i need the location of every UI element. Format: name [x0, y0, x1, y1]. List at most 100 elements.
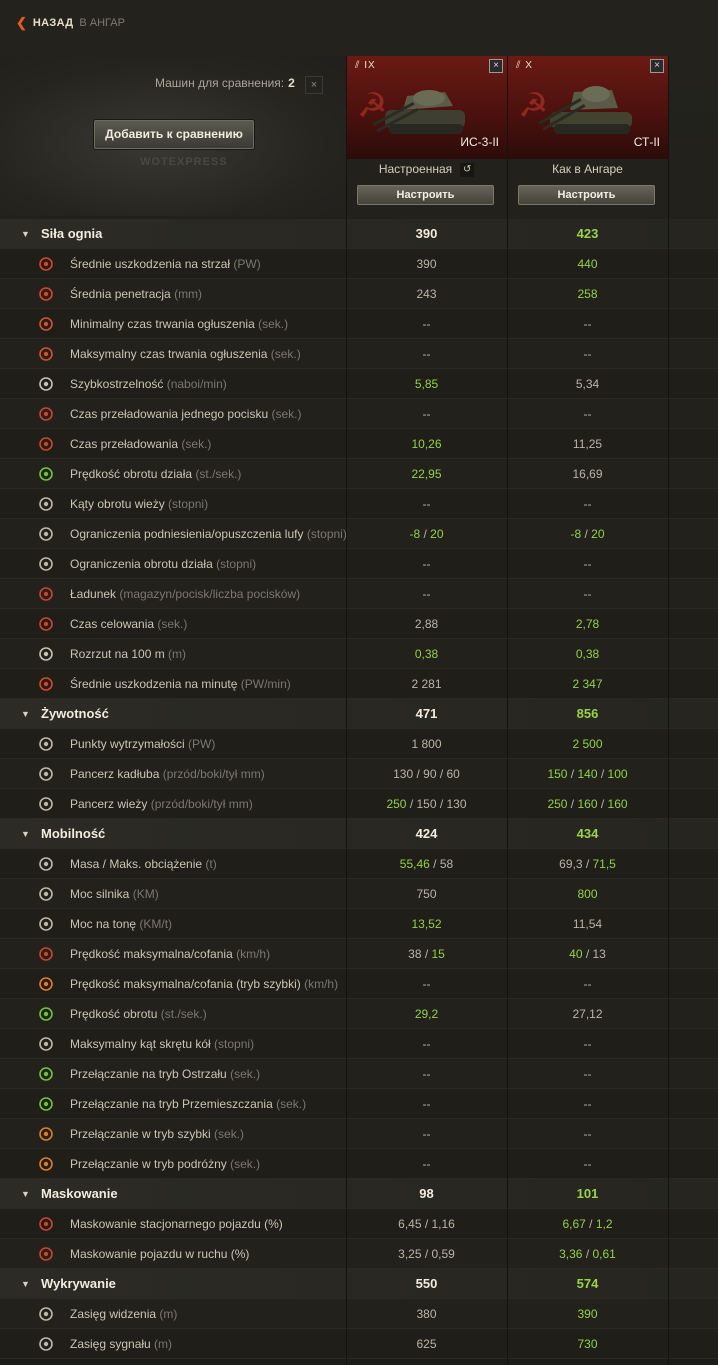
stat-value-tank-2: 423	[507, 219, 668, 249]
value-part: --	[422, 587, 431, 601]
stat-label: Prędkość maksymalna/cofania (tryb szybki…	[70, 969, 338, 999]
chevron-down-icon[interactable]: ▼	[21, 699, 30, 729]
add-to-comparison-button[interactable]: Добавить к сравнению	[94, 120, 254, 149]
value-part: 550	[415, 1276, 438, 1291]
stat-name: Ładunek	[70, 587, 117, 601]
chevron-down-icon[interactable]: ▼	[21, 1179, 30, 1209]
stat-value-tank-2: 800	[507, 879, 668, 909]
stat-value-tank-1: --	[346, 1059, 507, 1089]
elevation-icon	[37, 525, 55, 543]
stat-label: Pancerz kadłuba (przód/boki/tył mm)	[70, 759, 265, 789]
stat-name: Kąty obrotu wieży	[70, 497, 165, 511]
value-part: 380	[416, 1307, 437, 1321]
section-row[interactable]: ▼ Wykrywanie 550 574	[0, 1269, 718, 1299]
tank-card[interactable]: ☭ ⫽ IX × ИС-3-II	[347, 56, 507, 159]
tier-label: ⫽ X	[516, 60, 533, 71]
value-part: 13,52	[411, 917, 442, 931]
stat-value-tank-1: 38 / 15	[346, 939, 507, 969]
stat-label: Maskowanie pojazdu w ruchu (%)	[70, 1239, 249, 1269]
stat-row: Prędkość maksymalna/cofania (km/h) 38 / 1…	[0, 939, 718, 969]
dpm-icon	[37, 675, 55, 693]
clear-comparison-button[interactable]: ×	[305, 76, 323, 94]
stat-label: Średnie uszkodzenia na strzał (PW)	[70, 249, 261, 279]
back-link[interactable]: НАЗАД	[33, 17, 73, 29]
value-part: --	[583, 317, 592, 331]
stat-value-tank-1: --	[346, 1029, 507, 1059]
stat-unit: (PW)	[230, 257, 261, 271]
stat-label: Szybkostrzelność (naboi/min)	[70, 369, 227, 399]
chevron-down-icon[interactable]: ▼	[21, 219, 30, 249]
stat-label: Przełączanie na tryb Ostrzału (sek.)	[70, 1059, 260, 1089]
compare-count-value: 2	[288, 76, 295, 90]
value-part: 11,25	[572, 437, 603, 451]
hit-points-icon	[37, 735, 55, 753]
turret-angles-icon	[37, 495, 55, 513]
stat-unit: (sek.)	[178, 437, 212, 451]
stat-value-tank-2: 101	[507, 1179, 668, 1209]
tank-card[interactable]: ☭ ⫽ X × СТ-II	[508, 56, 668, 159]
value-part: --	[422, 1037, 431, 1051]
stat-name: Maksymalny czas trwania ogłuszenia	[70, 347, 268, 361]
value-part: /	[420, 527, 431, 541]
stat-row: Punkty wytrzymałości (PW) 1 800 2 500	[0, 729, 718, 759]
stat-value-tank-2: --	[507, 1119, 668, 1149]
value-part: --	[583, 1097, 592, 1111]
value-part: 1,2	[595, 1217, 613, 1231]
stat-value-tank-2: 11,25	[507, 429, 668, 459]
config-label: Настроенная	[378, 162, 453, 176]
stat-name: Rozrzut na 100 m	[70, 647, 165, 661]
stat-value-tank-1: 10,26	[346, 429, 507, 459]
stat-unit: (%)	[227, 1247, 250, 1261]
stat-value-tank-2: 574	[507, 1269, 668, 1299]
value-part: 71,5	[592, 857, 616, 871]
stat-value-tank-2: --	[507, 549, 668, 579]
stat-name: Przełączanie w tryb podróżny	[70, 1157, 227, 1171]
stat-value-tank-2: 434	[507, 819, 668, 849]
stat-unit: (st./sek.)	[157, 1007, 207, 1021]
stat-value-tank-2: 390	[507, 1299, 668, 1329]
stat-name: Pancerz wieży	[70, 797, 148, 811]
section-row[interactable]: ▼ Żywotność 471 856	[0, 699, 718, 729]
stat-value-tank-1: --	[346, 489, 507, 519]
reset-config-icon[interactable]: ↺	[460, 162, 475, 177]
stat-value-tank-2: --	[507, 1149, 668, 1179]
configure-button[interactable]: Настроить	[518, 185, 655, 205]
stat-row: Ładunek (magazyn/pocisk/liczba pocisków)…	[0, 579, 718, 609]
chevron-left-icon[interactable]: ❮	[16, 15, 27, 31]
section-row[interactable]: ▼ Maskowanie 98 101	[0, 1179, 718, 1209]
stat-name: Mobilność	[41, 826, 106, 841]
configure-button[interactable]: Настроить	[357, 185, 494, 205]
stat-row: Maksymalny kąt skrętu kół (stopni) -- --	[0, 1029, 718, 1059]
value-part: /	[585, 1217, 596, 1231]
stat-label: Maskowanie stacjonarnego pojazdu (%)	[70, 1209, 283, 1239]
stat-unit: (przód/boki/tył mm)	[147, 797, 253, 811]
value-part: 390	[577, 1307, 598, 1321]
stat-label: Maksymalny czas trwania ogłuszenia (sek.…	[70, 339, 301, 369]
section-row[interactable]: ▼ Mobilność 424 434	[0, 819, 718, 849]
stat-unit: (sek.)	[267, 347, 301, 361]
value-part: -8	[409, 527, 421, 541]
stat-name: Szybkostrzelność	[70, 377, 164, 391]
stat-value-tank-1: 250 / 150 / 130	[346, 789, 507, 819]
value-part: 10,26	[411, 437, 442, 451]
value-part: --	[422, 557, 431, 571]
remove-tank-button[interactable]: ×	[650, 59, 664, 73]
breadcrumb-hangar[interactable]: В АНГАР	[79, 17, 125, 29]
cruise-mode-icon	[37, 1155, 55, 1173]
stat-name: Maskowanie	[41, 1186, 118, 1201]
chevron-down-icon[interactable]: ▼	[21, 819, 30, 849]
stat-unit: (sek.)	[210, 1127, 245, 1141]
stat-value-tank-2: --	[507, 489, 668, 519]
remove-tank-button[interactable]: ×	[489, 59, 503, 73]
stat-name: Zasięg widzenia	[70, 1307, 157, 1321]
value-part: 20	[430, 527, 444, 541]
stat-label: Zasięg sygnału (m)	[70, 1329, 172, 1359]
value-part: /	[597, 797, 608, 811]
stat-value-tank-2: --	[507, 1029, 668, 1059]
value-part: 0,38	[575, 647, 600, 661]
chevron-down-icon[interactable]: ▼	[21, 1269, 30, 1299]
back-navigation[interactable]: ❮ НАЗАД В АНГАР	[16, 14, 125, 32]
value-part: 140	[577, 767, 598, 781]
section-row[interactable]: ▼ Siła ognia 390 423	[0, 219, 718, 249]
hull-traverse-icon	[37, 1005, 55, 1023]
